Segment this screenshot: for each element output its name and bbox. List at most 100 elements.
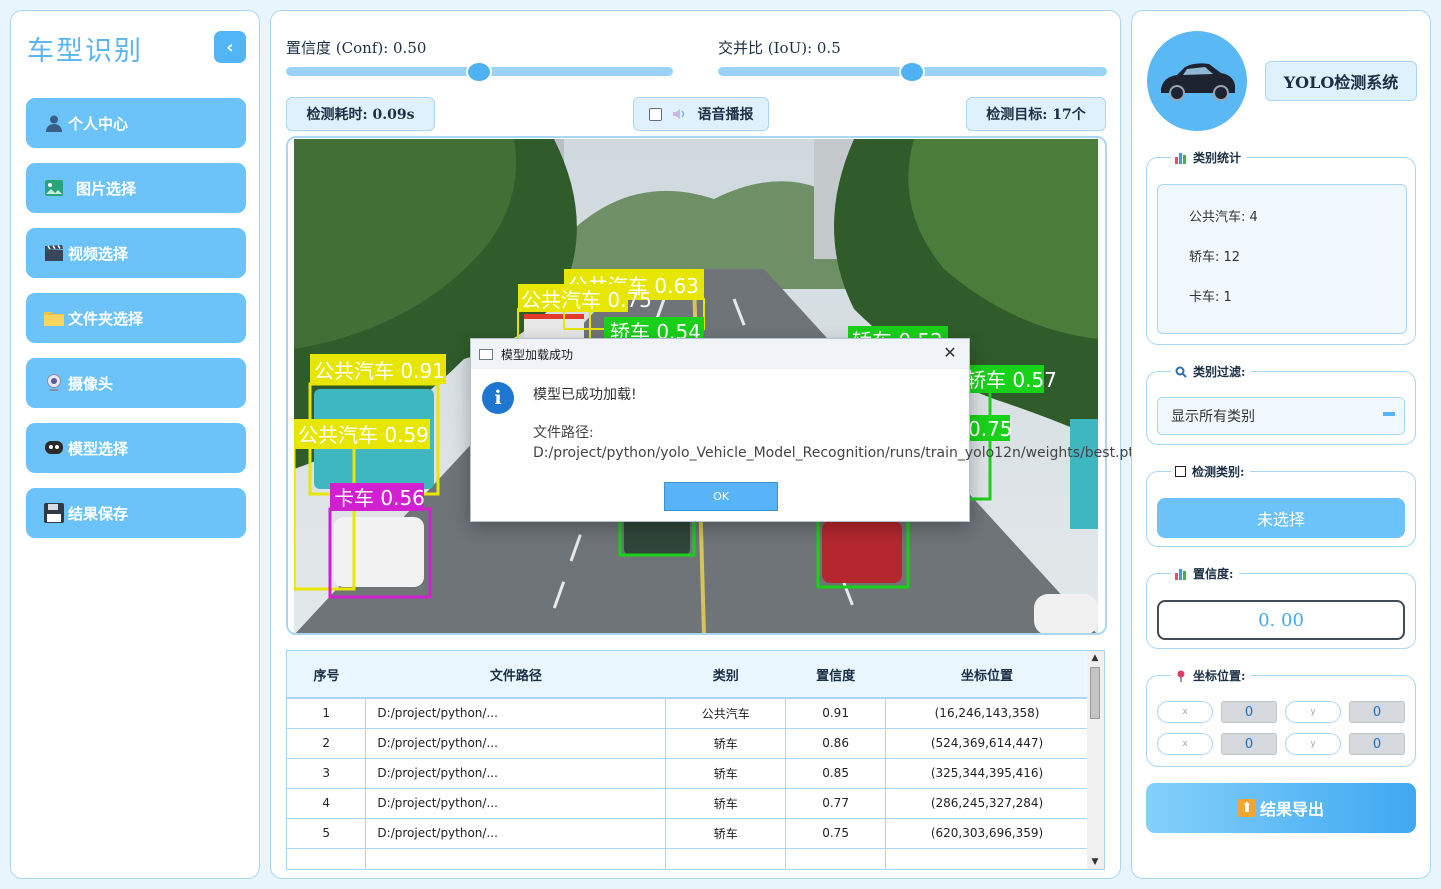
- dialog-title: 模型加载成功: [501, 347, 574, 362]
- nav-label: 视频选择: [68, 244, 129, 263]
- detection-label: 公共汽车 0.75: [521, 288, 652, 312]
- results-grid: 序号 文件路径 类别 置信度 坐标位置 1 D:/project/python/…: [287, 651, 1089, 869]
- window-icon: [479, 348, 493, 360]
- voice-broadcast-label: 语音播报: [697, 107, 754, 123]
- export-label: 结果导出: [1259, 800, 1324, 819]
- class-filter-title: 类别过滤:: [1171, 363, 1252, 380]
- dialog-message: 模型已成功加载!: [533, 387, 637, 403]
- coord-y2-value: 0: [1349, 733, 1405, 755]
- class-stats-group: 类别统计 公共汽车: 4 轿车: 12 卡车: 1: [1146, 149, 1416, 345]
- close-icon[interactable]: ✕: [939, 343, 961, 362]
- nav-camera-button[interactable]: 摄像头: [26, 358, 246, 408]
- iou-slider-label: 交并比 (IoU): 0.5: [718, 39, 841, 57]
- nav-label: 摄像头: [68, 374, 114, 393]
- detection-time: 检测耗时: 0.09s: [286, 97, 435, 131]
- nav-label: 文件夹选择: [68, 309, 144, 328]
- coord-y2-label: y: [1285, 733, 1341, 755]
- scroll-down-arrow-icon[interactable]: ▼: [1089, 856, 1101, 868]
- cell-index: 5: [287, 818, 367, 849]
- class-stats-box: 公共汽车: 4 轿车: 12 卡车: 1: [1157, 184, 1407, 334]
- cell-coordinates: (620,303,696,359): [885, 818, 1089, 849]
- voice-broadcast-toggle[interactable]: 语音播报: [633, 97, 769, 131]
- dialog-file-path: 文件路径: D:/project/python/yolo_Vehicle_Mod…: [533, 425, 1134, 461]
- right-panel: YOLO检测系统 类别统计 公共汽车: 4 轿车: 12 卡车: 1 类别过滤:…: [1131, 10, 1431, 879]
- speaker-icon: [672, 108, 688, 120]
- coord-x2-label: x: [1157, 733, 1213, 755]
- bar-chart-icon: [1175, 152, 1187, 164]
- ok-button[interactable]: OK: [664, 482, 778, 511]
- detect-class-button[interactable]: 未选择: [1157, 498, 1405, 538]
- coord-x1-value: 0: [1221, 701, 1277, 723]
- confidence-title: 置信度:: [1171, 565, 1240, 582]
- webcam-icon: [44, 373, 64, 393]
- conf-slider-knob[interactable]: [466, 61, 492, 83]
- cell-confidence: 0.75: [785, 818, 887, 849]
- col-header-path[interactable]: 文件路径: [365, 651, 666, 699]
- upload-arrow-icon: ⬆: [1237, 799, 1256, 817]
- stat-bus: 公共汽车: 4: [1189, 210, 1258, 225]
- table-row[interactable]: [287, 848, 1089, 869]
- clapperboard-icon: [44, 243, 64, 263]
- user-icon: [44, 113, 64, 133]
- collapse-sidebar-button[interactable]: ‹: [214, 31, 246, 63]
- car-logo: [1147, 31, 1247, 131]
- iou-slider-knob[interactable]: [899, 61, 925, 83]
- table-row[interactable]: 3 D:/project/python/... 轿车 0.85 (325,344…: [287, 758, 1089, 789]
- coordinates-group: 坐标位置: x 0 y 0 x 0 y 0: [1146, 667, 1416, 767]
- table-row[interactable]: 1 D:/project/python/... 公共汽车 0.91 (16,24…: [287, 698, 1089, 729]
- bar-chart-icon: [1175, 568, 1187, 580]
- table-row[interactable]: 2 D:/project/python/... 轿车 0.86 (524,369…: [287, 728, 1089, 759]
- chevron-left-icon: ‹: [226, 36, 234, 58]
- model-loaded-dialog: 模型加载成功 ✕ i 模型已成功加载! 文件路径: D:/project/pyt…: [470, 338, 1134, 522]
- dropdown-icon[interactable]: [1383, 412, 1395, 416]
- col-header-index[interactable]: 序号: [287, 651, 366, 699]
- nav-label: 结果保存: [68, 504, 129, 523]
- confidence-display: 0. 00: [1157, 600, 1405, 640]
- nav-video-select-button[interactable]: 视频选择: [26, 228, 246, 278]
- col-header-confidence[interactable]: 置信度: [785, 651, 886, 699]
- coord-y1-value: 0: [1349, 701, 1405, 723]
- sidebar: 车型识别 ‹ 个人中心 图片选择 视频选择 文件夹选择 摄像头 模型选择 结果保…: [10, 10, 260, 879]
- cell-index: 2: [287, 728, 367, 759]
- cell-confidence: 0.91: [785, 698, 887, 729]
- class-filter-value: 显示所有类别: [1171, 409, 1255, 425]
- col-header-coordinates[interactable]: 坐标位置: [885, 651, 1089, 699]
- detect-class-title: 检测类别:: [1171, 463, 1251, 480]
- cell-index: 3: [287, 758, 367, 789]
- cell-class: 公共汽车: [665, 698, 787, 729]
- info-icon: i: [482, 382, 514, 414]
- scrollbar-thumb[interactable]: [1090, 667, 1100, 719]
- cell-confidence: 0.85: [785, 758, 887, 789]
- nav-personal-center-button[interactable]: 个人中心: [26, 98, 246, 148]
- nav-image-select-button[interactable]: 图片选择: [26, 163, 246, 213]
- square-icon: [1175, 466, 1186, 477]
- cell-path: D:/project/python/...: [365, 788, 667, 819]
- stat-car: 轿车: 12: [1189, 250, 1241, 265]
- voice-checkbox[interactable]: [648, 107, 662, 121]
- class-filter-select[interactable]: 显示所有类别: [1157, 397, 1405, 435]
- export-results-button[interactable]: ⬆ 结果导出: [1146, 783, 1416, 833]
- cell-index: 1: [287, 698, 367, 729]
- nav-label: 图片选择: [76, 179, 137, 198]
- scroll-up-arrow-icon[interactable]: ▲: [1089, 652, 1101, 664]
- col-header-class[interactable]: 类别: [665, 651, 786, 699]
- results-table: 序号 文件路径 类别 置信度 坐标位置 1 D:/project/python/…: [286, 650, 1105, 870]
- cell-class: 轿车: [665, 728, 787, 759]
- detection-label: 卡车 0.56: [334, 486, 425, 510]
- confidence-group: 置信度: 0. 00: [1146, 565, 1416, 649]
- class-filter-group: 类别过滤: 显示所有类别: [1146, 363, 1416, 445]
- table-row[interactable]: 5 D:/project/python/... 轿车 0.75 (620,303…: [287, 818, 1089, 849]
- nav-save-results-button[interactable]: 结果保存: [26, 488, 246, 538]
- table-scrollbar[interactable]: ▲ ▼: [1087, 651, 1104, 869]
- detected-targets: 检测目标: 17个: [966, 97, 1106, 131]
- nav-model-select-button[interactable]: 模型选择: [26, 423, 246, 473]
- nav-folder-select-button[interactable]: 文件夹选择: [26, 293, 246, 343]
- model-icon: [44, 438, 64, 458]
- cell-coordinates: (16,246,143,358): [885, 698, 1089, 729]
- app-title: 车型识别: [27, 36, 143, 67]
- magnifier-icon: [1175, 366, 1187, 378]
- cell-class: 轿车: [665, 818, 787, 849]
- table-row[interactable]: 4 D:/project/python/... 轿车 0.77 (286,245…: [287, 788, 1089, 819]
- class-stats-title: 类别统计: [1171, 149, 1248, 166]
- pushpin-icon: [1175, 670, 1187, 682]
